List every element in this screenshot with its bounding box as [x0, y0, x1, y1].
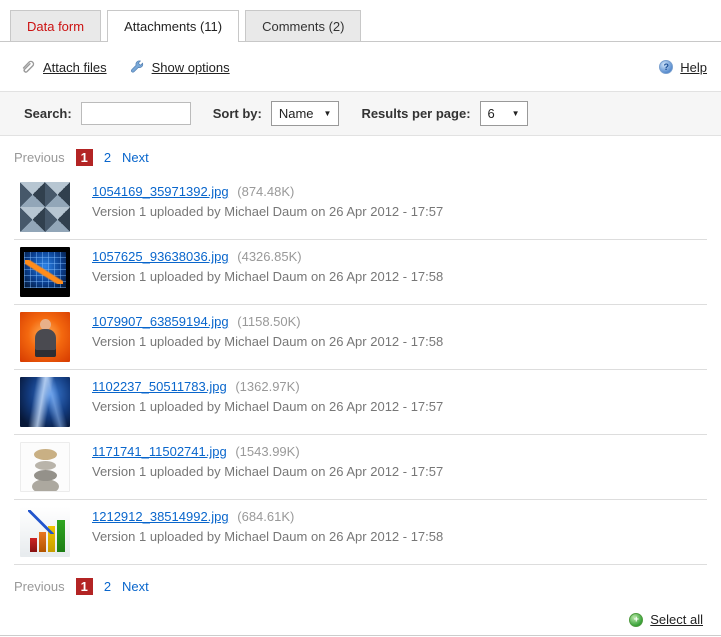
attachment-row: 1102237_50511783.jpg (1362.97K) Version …: [14, 370, 707, 435]
attachment-version-info: Version 1 uploaded by Michael Daum on 26…: [92, 269, 443, 284]
sort-by-value: Name: [279, 106, 314, 121]
pagination-top: Previous 1 2 Next: [14, 149, 707, 166]
next-button[interactable]: Next: [122, 579, 149, 594]
help-link[interactable]: Help: [680, 60, 707, 75]
attachment-size: (684.61K): [237, 509, 294, 524]
attachment-version-info: Version 1 uploaded by Michael Daum on 26…: [92, 399, 443, 414]
tab-comments[interactable]: Comments (2): [245, 10, 361, 41]
attachment-version-info: Version 1 uploaded by Michael Daum on 26…: [92, 464, 443, 479]
footer: + Select all: [14, 612, 703, 627]
attachment-row: 1054169_35971392.jpg (874.48K) Version 1…: [14, 175, 707, 240]
attachment-filename-link[interactable]: 1079907_63859194.jpg: [92, 314, 229, 329]
attachment-thumbnail[interactable]: [20, 507, 70, 557]
attachment-size: (1158.50K): [237, 314, 300, 329]
attachment-meta: 1102237_50511783.jpg (1362.97K) Version …: [92, 377, 443, 427]
previous-button: Previous: [14, 579, 65, 594]
attachment-row: 1057625_93638036.jpg (4326.85K) Version …: [14, 240, 707, 305]
attachment-row: 1212912_38514992.jpg (684.61K) Version 1…: [14, 500, 707, 565]
tab-data-form[interactable]: Data form: [10, 10, 101, 41]
search-label: Search:: [24, 106, 72, 121]
tab-bar: Data form Attachments (11) Comments (2): [0, 10, 721, 42]
page-2-link[interactable]: 2: [104, 150, 111, 165]
wrench-icon: [129, 59, 145, 75]
attachment-version-info: Version 1 uploaded by Michael Daum on 26…: [92, 334, 443, 349]
attachment-size: (1362.97K): [235, 379, 299, 394]
results-per-page-select[interactable]: 6 ▼: [480, 101, 528, 126]
attachment-version-info: Version 1 uploaded by Michael Daum on 26…: [92, 204, 443, 219]
previous-button: Previous: [14, 150, 65, 165]
attachment-filename-link[interactable]: 1057625_93638036.jpg: [92, 249, 229, 264]
attachment-thumbnail[interactable]: [20, 247, 70, 297]
attachment-meta: 1171741_11502741.jpg (1543.99K) Version …: [92, 442, 443, 492]
sort-by-label: Sort by:: [213, 106, 262, 121]
attachment-meta: 1212912_38514992.jpg (684.61K) Version 1…: [92, 507, 443, 557]
filter-bar: Search: Sort by: Name ▼ Results per page…: [0, 91, 721, 136]
attachment-filename-link[interactable]: 1102237_50511783.jpg: [92, 379, 227, 394]
attachment-filename-link[interactable]: 1054169_35971392.jpg: [92, 184, 229, 199]
attachment-thumbnail[interactable]: [20, 182, 70, 232]
select-all-link[interactable]: Select all: [650, 612, 703, 627]
help-icon: ?: [659, 60, 673, 74]
attachment-row: 1171741_11502741.jpg (1543.99K) Version …: [14, 435, 707, 500]
attachment-meta: 1057625_93638036.jpg (4326.85K) Version …: [92, 247, 443, 297]
current-page-indicator: 1: [76, 578, 93, 595]
next-button[interactable]: Next: [122, 150, 149, 165]
search-input[interactable]: [81, 102, 191, 125]
attachment-filename-link[interactable]: 1212912_38514992.jpg: [92, 509, 229, 524]
sort-by-select[interactable]: Name ▼: [271, 101, 340, 126]
show-options-link[interactable]: Show options: [152, 60, 230, 75]
attachment-size: (4326.85K): [237, 249, 301, 264]
chevron-down-icon: ▼: [324, 109, 332, 118]
attachment-row: 1079907_63859194.jpg (1158.50K) Version …: [14, 305, 707, 370]
page-2-link[interactable]: 2: [104, 579, 111, 594]
results-per-page-label: Results per page:: [361, 106, 470, 121]
attachment-size: (874.48K): [237, 184, 294, 199]
results-per-page-value: 6: [488, 106, 495, 121]
pagination-bottom: Previous 1 2 Next: [14, 578, 707, 595]
paperclip-icon: [20, 59, 36, 75]
select-all-plus-icon: +: [629, 613, 643, 627]
attachment-meta: 1079907_63859194.jpg (1158.50K) Version …: [92, 312, 443, 362]
attachment-thumbnail[interactable]: [20, 442, 70, 492]
current-page-indicator: 1: [76, 149, 93, 166]
toolbar: Attach files Show options ? Help: [20, 59, 707, 75]
attach-files-link[interactable]: Attach files: [43, 60, 107, 75]
bottom-divider: [0, 635, 721, 636]
attachment-meta: 1054169_35971392.jpg (874.48K) Version 1…: [92, 182, 443, 232]
attachment-filename-link[interactable]: 1171741_11502741.jpg: [92, 444, 227, 459]
attachment-size: (1543.99K): [235, 444, 299, 459]
attachment-version-info: Version 1 uploaded by Michael Daum on 26…: [92, 529, 443, 544]
chevron-down-icon: ▼: [512, 109, 520, 118]
tab-attachments[interactable]: Attachments (11): [107, 10, 239, 42]
attachment-thumbnail[interactable]: [20, 377, 70, 427]
attachment-list: 1054169_35971392.jpg (874.48K) Version 1…: [14, 175, 707, 565]
attachment-thumbnail[interactable]: [20, 312, 70, 362]
